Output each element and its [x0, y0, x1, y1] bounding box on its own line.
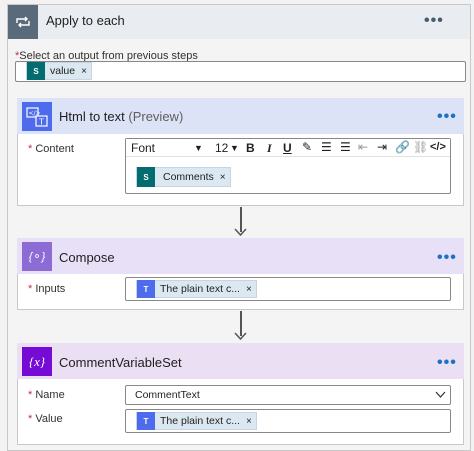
highlight-icon[interactable]: ✎	[302, 140, 312, 154]
inputs-label: * Inputs	[28, 283, 66, 295]
loop-icon	[8, 5, 38, 39]
html-to-text-icon: </> T	[22, 102, 52, 131]
html-to-text-title: Html to text (Preview)	[59, 109, 184, 124]
unlink-icon[interactable]: ⛓	[413, 140, 428, 154]
plain-text-token[interactable]: T The plain text c... ×	[136, 280, 257, 298]
bold-icon[interactable]: B	[246, 141, 255, 155]
svg-text:T: T	[38, 117, 44, 126]
underline-icon[interactable]: U	[283, 141, 292, 155]
comment-variable-more-icon[interactable]: •••	[437, 355, 457, 371]
italic-icon[interactable]: I	[267, 141, 272, 156]
compose-title: Compose	[59, 250, 115, 265]
variable-icon: {x}	[22, 347, 52, 376]
apply-to-each-title: Apply to each	[46, 13, 125, 28]
html-to-text-icon: T	[137, 412, 155, 430]
loop-more-icon[interactable]: •••	[424, 13, 444, 29]
chevron-down-icon[interactable]	[435, 391, 446, 398]
indent-icon[interactable]: ⇥	[377, 140, 387, 154]
numbered-list-icon[interactable]: ☰	[321, 140, 332, 154]
remove-token-icon[interactable]: ×	[246, 416, 252, 427]
font-select[interactable]: Font	[131, 141, 155, 155]
connector-arrow-icon	[234, 332, 247, 341]
name-label: * Name	[28, 389, 65, 401]
remove-token-icon[interactable]: ×	[246, 284, 252, 295]
remove-token-icon[interactable]: ×	[220, 172, 226, 183]
compose-more-icon[interactable]: •••	[437, 250, 457, 266]
html-to-text-more-icon[interactable]: •••	[437, 109, 457, 125]
plain-text-token[interactable]: T The plain text c... ×	[136, 412, 257, 430]
font-dropdown-icon[interactable]: ▼	[194, 143, 203, 153]
outdent-icon[interactable]: ⇤	[358, 140, 368, 154]
remove-token-icon[interactable]: ×	[81, 66, 87, 77]
value-token[interactable]: S value ×	[26, 62, 92, 80]
font-size-select[interactable]: 12	[215, 141, 228, 155]
bullet-list-icon[interactable]: ☰	[340, 140, 351, 154]
html-to-text-icon: T	[137, 280, 155, 298]
link-icon[interactable]: 🔗	[395, 140, 410, 154]
sharepoint-icon: S	[27, 62, 45, 80]
comment-variable-title: CommentVariableSet	[59, 355, 182, 370]
compose-icon: {⚬}	[22, 242, 52, 271]
sharepoint-icon: S	[137, 167, 155, 187]
content-label: * Content	[28, 143, 74, 155]
name-select-value: CommentText	[135, 389, 200, 401]
code-view-icon[interactable]: </>	[430, 141, 446, 153]
comments-token[interactable]: S Comments ×	[136, 167, 231, 187]
connector-arrow-icon	[234, 228, 247, 237]
value-label: * Value	[28, 413, 63, 425]
font-size-dropdown-icon[interactable]: ▼	[230, 143, 239, 153]
